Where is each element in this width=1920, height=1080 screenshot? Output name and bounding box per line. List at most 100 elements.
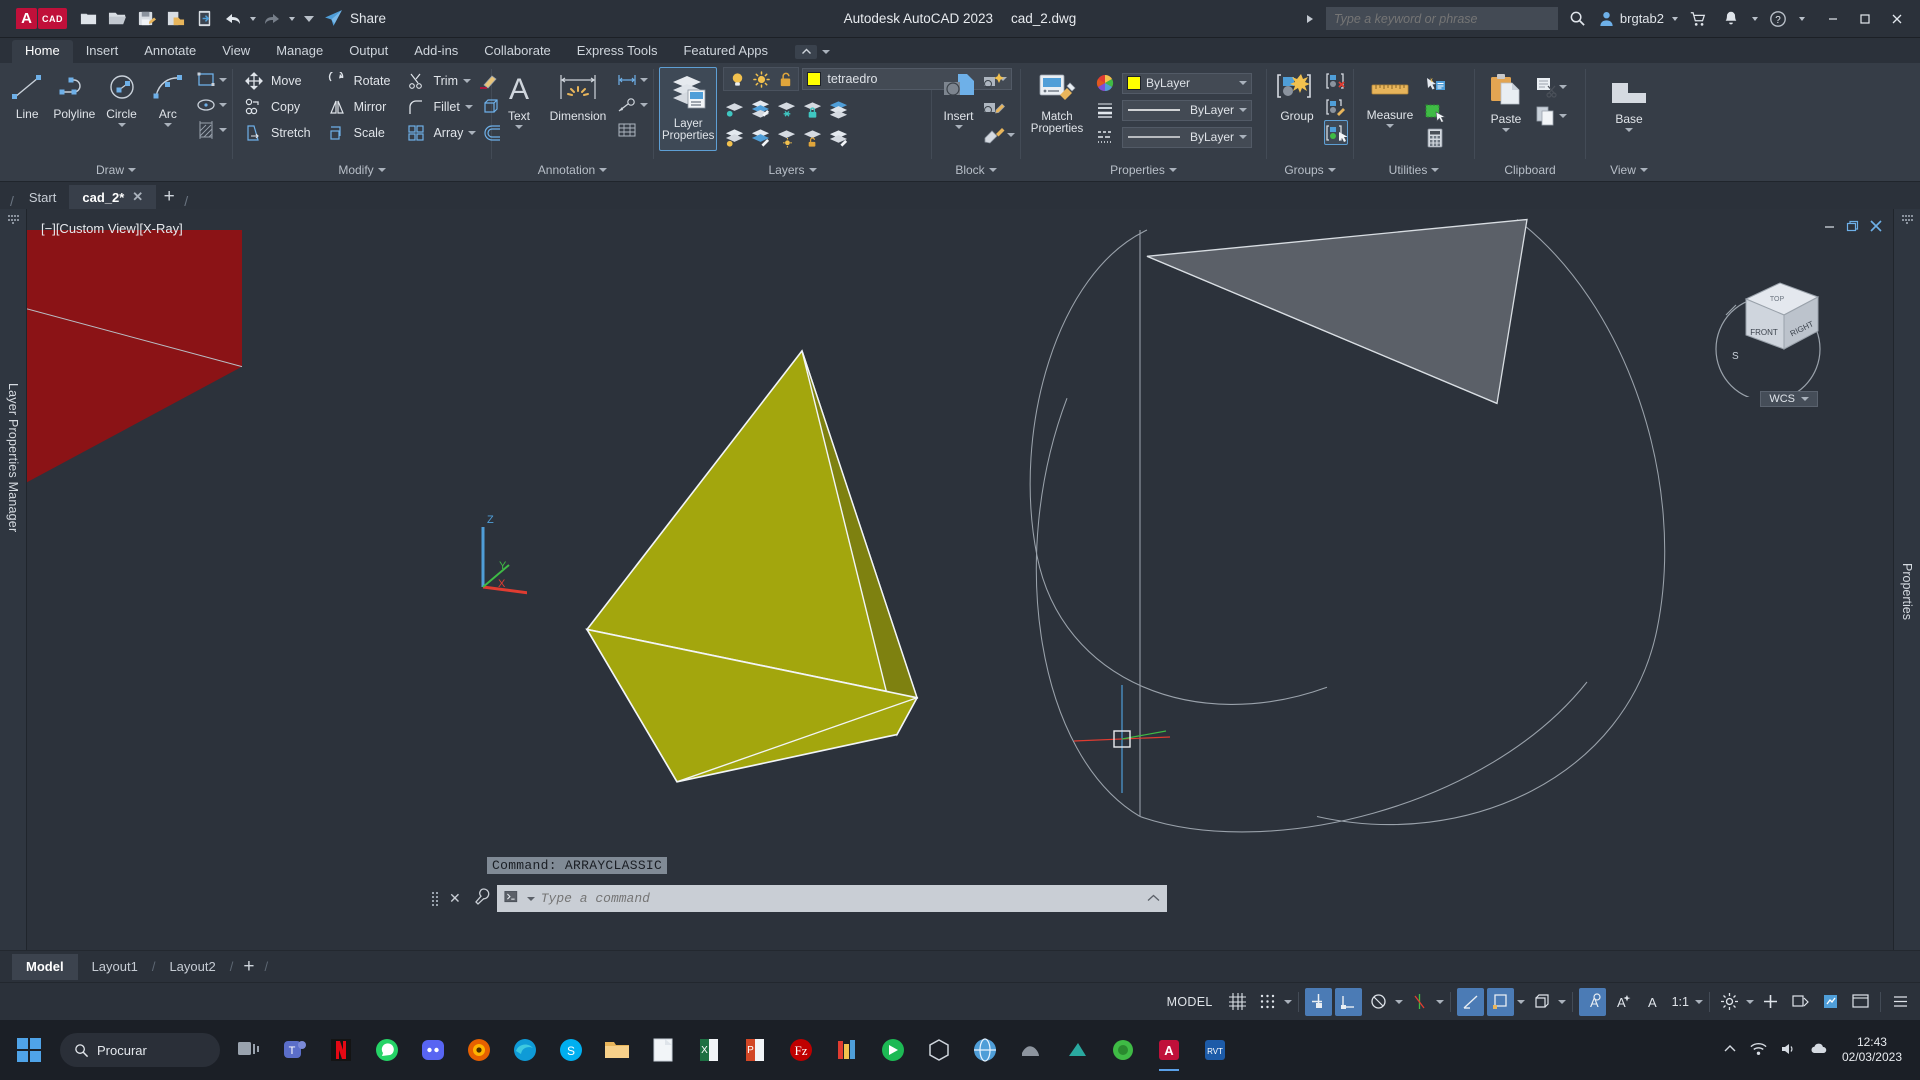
cart-icon[interactable] <box>1685 6 1711 32</box>
redo-dropdown-caret[interactable] <box>289 16 295 21</box>
layout-tab-layout2[interactable]: Layout2 <box>155 954 229 980</box>
command-input-field[interactable] <box>496 885 1167 912</box>
panel-label-groups[interactable]: Groups <box>1267 159 1353 181</box>
lineweight-icon[interactable] <box>1093 98 1117 122</box>
search-icon[interactable] <box>1565 6 1591 32</box>
minimize-button[interactable] <box>1818 7 1848 31</box>
properties-expand-caret[interactable] <box>1168 168 1177 172</box>
netflix-icon[interactable] <box>320 1027 362 1073</box>
panel-label-view[interactable]: View <box>1586 159 1672 181</box>
layer-on-icon[interactable] <box>727 70 747 88</box>
panel-label-properties[interactable]: Properties <box>1021 159 1266 181</box>
circle-dropdown-caret[interactable] <box>117 123 126 127</box>
linear-dimension-icon[interactable] <box>615 68 639 92</box>
group-selection-icon[interactable] <box>1324 120 1348 145</box>
save-as-icon[interactable] <box>162 6 188 32</box>
hatch-icon[interactable] <box>194 118 218 142</box>
copy-clip-caret[interactable] <box>1559 114 1567 118</box>
layer-properties-manager-palette[interactable]: Layer Properties Manager <box>0 209 27 950</box>
trim-dropdown-caret[interactable] <box>462 78 471 83</box>
ribbon-tab-view[interactable]: View <box>209 40 263 63</box>
object-snap-tracking-toggle[interactable] <box>1406 988 1433 1016</box>
search-expand-arrow[interactable] <box>1306 14 1313 23</box>
whatsapp-icon[interactable] <box>366 1027 408 1073</box>
wifi-icon[interactable] <box>1749 1041 1768 1060</box>
dimension-button[interactable]: Dimension <box>545 68 611 125</box>
insert-dropdown-caret[interactable] <box>954 125 963 129</box>
new-icon[interactable] <box>75 6 101 32</box>
ribbon-tab-annotate[interactable]: Annotate <box>131 40 209 63</box>
edit-block-icon[interactable] <box>982 95 1006 121</box>
command-line-grip[interactable] <box>427 891 443 906</box>
isometric-caret[interactable] <box>1394 999 1403 1004</box>
linetype-caret[interactable] <box>1239 135 1247 139</box>
maximize-button[interactable] <box>1850 7 1880 31</box>
fillet-dropdown-caret[interactable] <box>464 104 473 109</box>
teal-app-icon[interactable] <box>1056 1027 1098 1073</box>
layer-unisolate-icon[interactable] <box>749 98 771 120</box>
command-line-customize-icon[interactable] <box>467 888 497 909</box>
excel-icon[interactable]: X <box>688 1027 730 1073</box>
word-icon[interactable] <box>642 1027 684 1073</box>
ribbon-tab-insert[interactable]: Insert <box>73 40 132 63</box>
edge-icon[interactable] <box>504 1027 546 1073</box>
layer-make-current-icon[interactable] <box>827 98 849 120</box>
view-expand-caret[interactable] <box>1639 168 1648 172</box>
layer-unlock-icon[interactable] <box>775 70 795 88</box>
annotation-expand-caret[interactable] <box>599 168 608 172</box>
layout-tab-layout1[interactable]: Layout1 <box>78 954 152 980</box>
layer-unlock-obj-icon[interactable] <box>801 127 823 149</box>
viewport-config-label[interactable]: [−][Custom View][X-Ray] <box>41 221 183 236</box>
panel-label-annotation[interactable]: Annotation <box>492 159 653 181</box>
panel-label-block[interactable]: Block <box>932 159 1020 181</box>
cut-dropdown-caret[interactable] <box>1559 85 1567 89</box>
task-view-icon[interactable] <box>228 1027 270 1073</box>
dynamic-ucs-toggle[interactable] <box>1486 987 1514 1016</box>
palette-grip[interactable] <box>7 215 19 225</box>
command-line-close-icon[interactable]: ✕ <box>443 890 467 907</box>
new-drawing-tab-button[interactable]: + <box>156 185 182 209</box>
circle-button[interactable]: Circle <box>99 68 143 129</box>
share-button[interactable]: Share <box>323 8 386 29</box>
file-tab-cad2[interactable]: cad_2* ✕ <box>69 185 157 209</box>
insert-button[interactable]: Insert <box>937 68 980 131</box>
file-tab-start[interactable]: Start <box>16 185 69 209</box>
viewport-minimize-icon[interactable] <box>1823 220 1836 236</box>
ellipse-dropdown-caret[interactable] <box>219 103 228 107</box>
group-button[interactable]: Group <box>1272 68 1322 125</box>
layer-properties-button[interactable]: Layer Properties <box>659 67 718 151</box>
base-button[interactable]: Base <box>1602 75 1656 134</box>
command-history-caret[interactable] <box>526 896 535 901</box>
block-expand-caret[interactable] <box>988 168 997 172</box>
linetype-icon[interactable] <box>1093 125 1117 149</box>
quick-calc-area-icon[interactable] <box>1423 99 1447 124</box>
command-expand-icon[interactable] <box>1147 891 1160 906</box>
linetype-combobox[interactable]: ByLayer <box>1122 126 1252 148</box>
auto-scale-toggle[interactable]: A <box>1609 988 1636 1016</box>
help-search-box[interactable] <box>1325 7 1558 30</box>
plot-icon[interactable] <box>191 6 217 32</box>
model-space-button[interactable]: MODEL <box>1159 995 1221 1009</box>
workspace-settings-icon[interactable] <box>1716 988 1743 1016</box>
ungroup-icon[interactable] <box>1324 68 1348 93</box>
edit-attribute-icon[interactable] <box>982 122 1006 148</box>
arc-button[interactable]: Arc <box>146 68 190 129</box>
layer-off-icon[interactable] <box>723 127 745 149</box>
3d-object-snap-caret[interactable] <box>1557 999 1566 1004</box>
isolate-objects-icon[interactable] <box>1787 988 1814 1016</box>
3d-object-snap-toggle[interactable] <box>1528 988 1555 1016</box>
mirror-button[interactable]: Mirror <box>321 94 395 119</box>
ribbon-tab-featured-apps[interactable]: Featured Apps <box>670 40 781 63</box>
lineweight-caret[interactable] <box>1239 108 1247 112</box>
hardware-acceleration-icon[interactable] <box>1817 988 1844 1016</box>
annotation-visibility-toggle[interactable]: A <box>1578 987 1606 1016</box>
firefox-icon[interactable] <box>458 1027 500 1073</box>
3d-viewer-icon[interactable] <box>918 1027 960 1073</box>
object-color-caret[interactable] <box>1239 81 1247 85</box>
stretch-button[interactable]: Stretch <box>238 120 315 145</box>
group-edit-icon[interactable] <box>1324 94 1348 119</box>
redo-icon[interactable] <box>259 6 285 32</box>
text-button[interactable]: A Text <box>497 68 541 131</box>
line-button[interactable]: Line <box>5 68 49 123</box>
layers-expand-caret[interactable] <box>808 168 817 172</box>
